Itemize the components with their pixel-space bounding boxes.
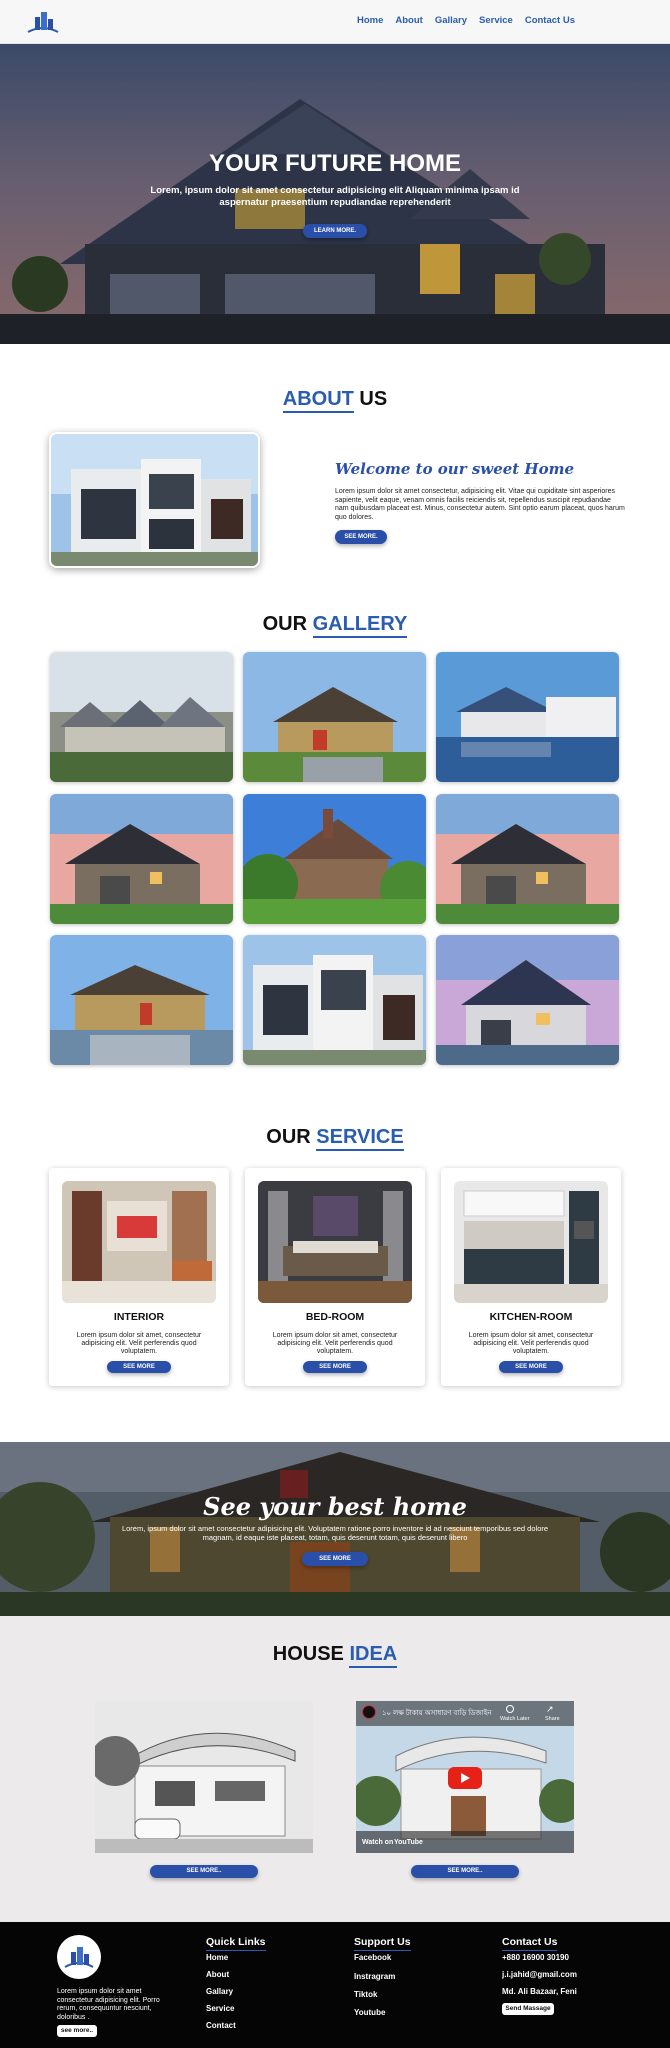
gallery-image-1[interactable]: [50, 652, 233, 782]
best-home-banner: See your best home Lorem, ipsum dolor si…: [0, 1442, 670, 1616]
house-logo-icon[interactable]: [26, 8, 60, 34]
nav-about[interactable]: About: [395, 15, 422, 26]
kitchen-title: KITCHEN-ROOM: [489, 1311, 573, 1323]
welcome-heading: Welcome to our sweet Home: [335, 460, 575, 478]
house-idea-section: HOUSE IDEA ১০ লক্ষ টাকায় অসাধারণ বাড়ি …: [0, 1616, 670, 1922]
kitchen-image: [454, 1181, 608, 1303]
about-section-title: ABOUT US: [0, 388, 670, 413]
about-text: Lorem ipsum dolor sit amet consectetur, …: [335, 488, 625, 521]
footer-link-contact[interactable]: Contact: [206, 2021, 236, 2030]
idea-section-title: HOUSE IDEA: [0, 1643, 670, 1668]
gallery-image-9[interactable]: [436, 935, 619, 1065]
footer-about-text: Lorem ipsum dolor sit amet consectetur a…: [57, 1988, 160, 2021]
bedroom-image: [258, 1181, 412, 1303]
house-logo-icon: [64, 1947, 94, 1968]
share-icon[interactable]: ↗: [546, 1705, 554, 1714]
service-title-accent: SERVICE: [316, 1126, 404, 1151]
gallery-image-5[interactable]: [243, 794, 426, 924]
footer-link-gallery[interactable]: Gallary: [206, 1987, 233, 1996]
gallery-image-3[interactable]: [436, 652, 619, 782]
idea-title-rest: HOUSE: [272, 1643, 350, 1665]
nav-gallery[interactable]: Gallary: [435, 15, 467, 26]
footer-see-more-button[interactable]: see more..: [57, 2025, 97, 2037]
quick-links-heading: Quick Links: [206, 1936, 266, 1951]
nav-service[interactable]: Service: [479, 15, 513, 26]
share-label[interactable]: Share: [545, 1716, 560, 1722]
nav-links: Home About Gallary Service Contact Us: [357, 15, 575, 26]
bedroom-text: Lorem ipsum dolor sit amet, consectetur …: [272, 1332, 398, 1355]
youtube-play-button[interactable]: [448, 1767, 482, 1789]
youtube-video-embed[interactable]: ১০ লক্ষ টাকায় অসাধারণ বাড়ি ডিজাইন Watc…: [356, 1701, 574, 1853]
kitchen-text: Lorem ipsum dolor sit amet, consectetur …: [468, 1332, 594, 1355]
watch-on-label[interactable]: Watch on: [362, 1839, 393, 1846]
footer-link-tiktok[interactable]: Tiktok: [354, 1990, 377, 1999]
bedroom-see-more-button[interactable]: SEE MORE: [303, 1361, 367, 1373]
play-icon: [461, 1773, 470, 1783]
footer-logo: [57, 1935, 101, 1979]
gallery-title-rest: OUR: [262, 613, 313, 635]
footer-link-instagram[interactable]: Instragram: [354, 1972, 395, 1981]
bedroom-title: BED-ROOM: [305, 1311, 365, 1323]
clock-icon[interactable]: [506, 1705, 514, 1713]
contact-address: Md. Ali Bazaar, Feni: [502, 1987, 577, 1996]
youtube-logo[interactable]: YouTube: [394, 1839, 423, 1846]
banner-text: Lorem, ipsum dolor sit amet consectetur …: [121, 1524, 549, 1542]
idea-title-accent: IDEA: [349, 1643, 398, 1668]
contact-heading: Contact Us: [502, 1936, 558, 1951]
service-section-title: OUR SERVICE: [0, 1126, 670, 1151]
top-navbar: Home About Gallary Service Contact Us: [0, 0, 670, 44]
footer-link-about[interactable]: About: [206, 1970, 229, 1979]
footer-link-youtube[interactable]: Youtube: [354, 2008, 385, 2017]
interior-title: INTERIOR: [113, 1311, 165, 1323]
idea-right-see-more-button[interactable]: SEE MORE..: [411, 1865, 519, 1878]
gallery-image-2[interactable]: [243, 652, 426, 782]
about-see-more-button[interactable]: SEE MORE.: [335, 530, 387, 544]
send-message-button[interactable]: Send Massage: [502, 2003, 554, 2015]
footer: Lorem ipsum dolor sit amet consectetur a…: [0, 1922, 670, 2048]
gallery-image-8[interactable]: [243, 935, 426, 1065]
video-title[interactable]: ১০ লক্ষ টাকায় অসাধারণ বাড়ি ডিজাইন: [382, 1707, 492, 1719]
gallery-image-4[interactable]: [50, 794, 233, 924]
service-card-bedroom: BED-ROOM Lorem ipsum dolor sit amet, con…: [245, 1168, 425, 1386]
hero-section: YOUR FUTURE HOME Lorem, ipsum dolor sit …: [0, 44, 670, 344]
watch-later-label[interactable]: Watch Later: [500, 1716, 529, 1722]
channel-avatar-icon[interactable]: [362, 1705, 376, 1719]
interior-image: [62, 1181, 216, 1303]
banner-see-more-button[interactable]: SEE MORE: [302, 1552, 368, 1566]
service-card-interior: INTERIOR Lorem ipsum dolor sit amet, con…: [49, 1168, 229, 1386]
interior-text: Lorem ipsum dolor sit amet, consectetur …: [76, 1332, 202, 1355]
footer-link-home[interactable]: Home: [206, 1953, 228, 1962]
service-title-rest: OUR: [266, 1126, 317, 1148]
support-heading: Support Us: [354, 1936, 411, 1951]
idea-house-image: [95, 1701, 313, 1853]
banner-title: See your best home: [203, 1492, 467, 1521]
service-card-kitchen: KITCHEN-ROOM Lorem ipsum dolor sit amet,…: [441, 1168, 621, 1386]
nav-contact[interactable]: Contact Us: [525, 15, 575, 26]
interior-see-more-button[interactable]: SEE MORE: [107, 1361, 171, 1373]
gallery-image-6[interactable]: [436, 794, 619, 924]
about-title-accent: ABOUT: [282, 388, 354, 413]
gallery-image-7[interactable]: [50, 935, 233, 1065]
idea-left-see-more-button[interactable]: SEE MORE..: [150, 1865, 258, 1878]
about-title-rest: US: [353, 388, 388, 410]
footer-link-facebook[interactable]: Facebook: [354, 1953, 391, 1962]
footer-link-service[interactable]: Service: [206, 2004, 234, 2013]
kitchen-see-more-button[interactable]: SEE MORE: [499, 1361, 563, 1373]
hero-title: YOUR FUTURE HOME: [209, 150, 461, 177]
about-house-image: [49, 432, 260, 568]
contact-phone: +880 16900 30190: [502, 1953, 569, 1962]
hero-subtitle: Lorem, ipsum dolor sit amet consectetur …: [150, 185, 520, 208]
learn-more-button[interactable]: LEARN MORE.: [303, 224, 367, 238]
gallery-section-title: OUR GALLERY: [0, 613, 670, 638]
gallery-title-accent: GALLERY: [312, 613, 408, 638]
contact-email[interactable]: j.i.jahid@gmail.com: [502, 1970, 577, 1979]
nav-home[interactable]: Home: [357, 15, 383, 26]
